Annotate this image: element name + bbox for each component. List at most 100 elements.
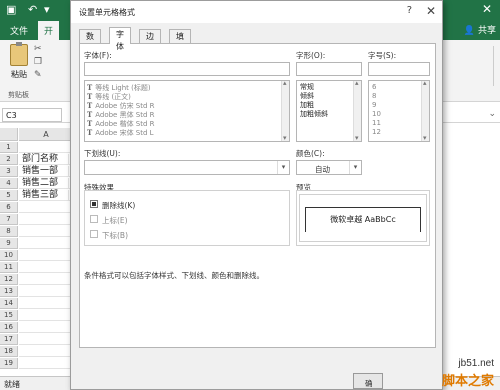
undo-icon[interactable]: ↶ [28,3,37,16]
font-list-item[interactable]: T 等线 (正文) [85,92,289,101]
tab-fill[interactable]: 填充 [169,29,191,53]
grid-cell[interactable] [19,286,74,297]
help-icon[interactable]: ? [407,5,412,16]
cut-icon[interactable]: ✂ [34,44,42,54]
style-input[interactable] [296,62,362,76]
row-header[interactable]: 17 [0,334,18,345]
grid-cell[interactable] [19,310,74,321]
cell-a5[interactable]: 销售三部 [19,190,69,201]
font-list-scrollbar[interactable] [281,81,289,141]
strikethrough-checkbox[interactable] [90,200,98,208]
grid-cell[interactable] [19,334,74,345]
save-icon[interactable]: ▣ [6,3,16,16]
tab-number[interactable]: 数字 [79,29,101,53]
size-list-item[interactable]: 10 [369,110,429,119]
row-header[interactable]: 3 [0,166,18,177]
style-list-item[interactable]: 常规 [297,83,361,92]
row-header[interactable]: 13 [0,286,18,297]
style-list[interactable]: 常规 倾斜 加粗 加粗倾斜 [296,80,362,142]
grid-cell[interactable] [19,250,74,261]
size-list-item[interactable]: 9 [369,101,429,110]
tab-border[interactable]: 边框 [139,29,161,53]
ok-button[interactable]: 确 [353,373,383,389]
size-list-item[interactable]: 12 [369,128,429,137]
style-list-item-label: 加粗倾斜 [300,110,328,118]
size-list[interactable]: 6 8 9 10 11 12 [368,80,430,142]
row-header[interactable]: 15 [0,310,18,321]
grid-cell[interactable] [19,322,74,333]
underline-label: 下划线(U): [84,149,121,158]
column-header-a[interactable]: A [19,128,74,141]
grid-cell[interactable] [19,274,74,285]
cell-a2[interactable]: 部门名称 [19,154,69,165]
size-list-item[interactable]: 8 [369,92,429,101]
color-select[interactable]: 自动 ▾ [296,160,362,175]
style-list-item[interactable]: 加粗倾斜 [297,110,361,119]
row-header[interactable]: 1 [0,142,18,153]
row-header[interactable]: 4 [0,178,18,189]
grid-cell[interactable] [19,142,74,153]
style-list-item[interactable]: 加粗 [297,101,361,110]
style-label: 字形(O): [296,51,326,60]
share-label: 共享 [477,26,496,36]
grid-cell[interactable] [19,262,74,273]
close-icon[interactable]: ✕ [426,4,436,18]
cell-a3[interactable]: 销售一部 [19,166,69,177]
row-header[interactable]: 12 [0,274,18,285]
name-box[interactable]: C3 [2,108,62,122]
grid-cell[interactable] [19,346,74,357]
underline-select[interactable]: ▾ [84,160,290,175]
size-list-scrollbar[interactable] [421,81,429,141]
grid-cell[interactable] [19,226,74,237]
format-painter-icon[interactable]: ✎ [34,70,42,80]
grid-cell[interactable] [19,358,74,369]
style-list-scrollbar[interactable] [353,81,361,141]
share-button[interactable]: 👤 共享 [464,23,496,36]
strikethrough-label: 删除线(K) [102,201,136,210]
row-header[interactable]: 7 [0,214,18,225]
chevron-down-icon: ▾ [349,161,361,174]
font-list-item[interactable]: T Adobe 黑体 Std R [85,110,289,119]
row-header[interactable]: 10 [0,250,18,261]
copy-icon[interactable]: ❐ [34,57,42,67]
row-header[interactable]: 18 [0,346,18,357]
font-list-item[interactable]: T Adobe 楷体 Std R [85,119,289,128]
row-header[interactable]: 11 [0,262,18,273]
tab-font[interactable]: 字体 [109,27,131,51]
row-header[interactable]: 19 [0,358,18,369]
row-header[interactable]: 14 [0,298,18,309]
grid-cell[interactable] [19,202,74,213]
truetype-font-icon: T [87,101,93,110]
tab-home[interactable]: 开 [38,21,60,40]
select-all-corner[interactable] [0,128,18,141]
font-list-item[interactable]: T Adobe 宋体 Std L [85,128,289,137]
font-list-item[interactable]: T 等线 Light (标题) [85,83,289,92]
row-header[interactable]: 8 [0,226,18,237]
size-list-item[interactable]: 6 [369,83,429,92]
font-list[interactable]: T 等线 Light (标题) T 等线 (正文) T Adobe 仿宋 Std R T Ad… [84,80,290,142]
truetype-font-icon: T [87,110,93,119]
size-list-item-label: 8 [372,92,377,100]
font-input[interactable] [84,62,290,76]
cell-a4[interactable]: 销售二部 [19,178,69,189]
row-header[interactable]: 2 [0,154,18,165]
grid-cell[interactable] [19,214,74,225]
close-window-icon[interactable]: ✕ [474,0,500,20]
row-header[interactable]: 16 [0,322,18,333]
row-header[interactable]: 9 [0,238,18,249]
paste-button[interactable]: 粘贴 [6,42,32,86]
style-list-item[interactable]: 倾斜 [297,92,361,101]
grid-cell[interactable] [19,298,74,309]
row-header[interactable]: 5 [0,190,18,201]
size-list-item[interactable]: 11 [369,119,429,128]
grid-cell[interactable] [19,238,74,249]
tab-file[interactable]: 文件 [10,24,28,37]
font-list-item[interactable]: T Adobe 仿宋 Std R [85,101,289,110]
size-input[interactable] [368,62,430,76]
expand-formula-icon[interactable]: ⌄ [488,109,496,119]
font-tab-panel: 字体(F): T 等线 Light (标题) T 等线 (正文) T Adobe 仿宋 S… [79,43,436,348]
redo-dropdown-icon[interactable]: ▾ [44,3,50,16]
font-list-item-label: Adobe 仿宋 Std R [95,102,155,110]
ribbon-divider [490,46,494,86]
row-header[interactable]: 6 [0,202,18,213]
